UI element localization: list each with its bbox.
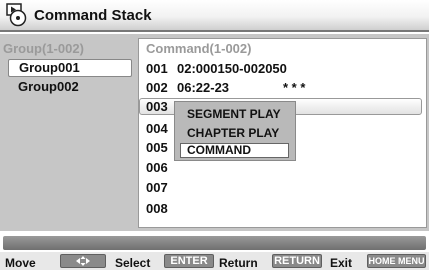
command-row-text: 06:22-23 xyxy=(177,80,230,95)
command-row-number[interactable]: 007 xyxy=(146,180,168,195)
group-list-heading: Group(1-002) xyxy=(3,41,84,56)
group-item-label: Group002 xyxy=(18,79,79,94)
home-menu-key-button[interactable]: HOME MENU xyxy=(367,254,426,268)
page-title: Command Stack xyxy=(34,7,152,24)
command-row-number[interactable]: 001 xyxy=(146,61,168,76)
return-label: Return xyxy=(219,256,258,270)
enter-key-button[interactable]: ENTER xyxy=(164,254,214,268)
disc-menu-icon xyxy=(6,3,27,27)
info-bar xyxy=(3,236,426,250)
exit-label: Exit xyxy=(330,256,353,270)
four-way-arrow-icon xyxy=(76,256,90,266)
command-row-number[interactable]: 004 xyxy=(146,121,168,136)
command-row-marks: * * * xyxy=(283,80,306,95)
command-row-number[interactable]: 005 xyxy=(146,140,168,155)
group-item-group002[interactable]: Group002 xyxy=(8,78,132,96)
command-row-number[interactable]: 002 xyxy=(146,80,168,95)
popup-item-label: COMMAND xyxy=(187,143,251,157)
move-label: Move xyxy=(5,256,36,270)
title-bar: Command Stack xyxy=(0,0,429,32)
select-label: Select xyxy=(115,256,151,270)
popup-item-chapter-play[interactable]: CHAPTER PLAY xyxy=(187,126,279,140)
command-row-number[interactable]: 008 xyxy=(146,201,168,216)
command-list-heading: Command(1-002) xyxy=(146,41,252,56)
popup-item-segment-play[interactable]: SEGMENT PLAY xyxy=(187,107,281,121)
group-item-label: Group001 xyxy=(19,60,80,75)
command-type-popup: SEGMENT PLAY CHAPTER PLAY COMMAND xyxy=(174,101,296,161)
popup-item-command[interactable]: COMMAND xyxy=(180,143,289,158)
command-row-number[interactable]: 003 xyxy=(146,99,168,114)
command-row-text: 02:000150-002050 xyxy=(177,61,287,76)
four-way-arrow-icon xyxy=(60,254,106,268)
group-item-group001[interactable]: Group001 xyxy=(8,59,132,77)
command-row-number[interactable]: 006 xyxy=(146,160,168,175)
return-key-button[interactable]: RETURN xyxy=(272,254,322,268)
